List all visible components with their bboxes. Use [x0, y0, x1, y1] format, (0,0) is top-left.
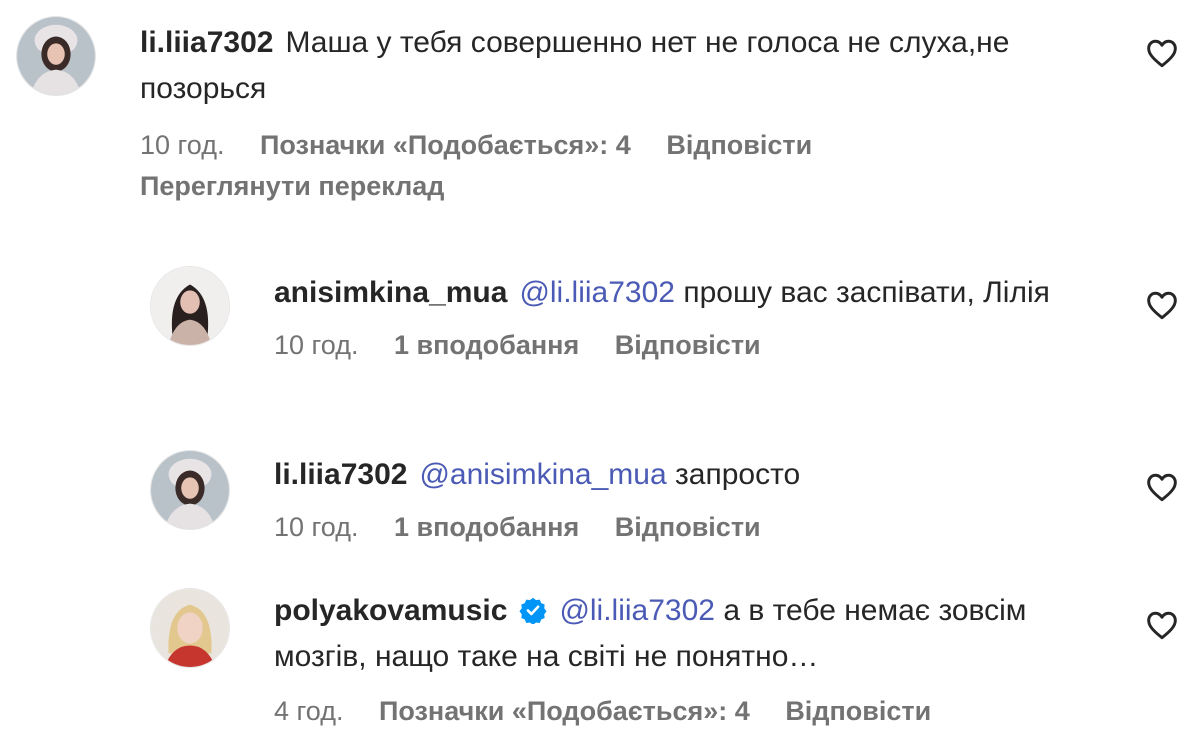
timestamp[interactable]: 10 год.	[140, 130, 224, 160]
avatar[interactable]	[16, 16, 96, 96]
reply-button[interactable]: Відповісти	[785, 696, 931, 726]
comment-meta: 10 год. 1 вподобання Відповісти	[274, 512, 1104, 543]
mention-link[interactable]: @anisimkina_mua	[419, 458, 666, 491]
comment-meta: 10 год. 1 вподобання Відповісти	[274, 330, 1104, 361]
username-link[interactable]: li.liia7302	[274, 458, 407, 491]
timestamp[interactable]: 10 год.	[274, 512, 358, 542]
avatar[interactable]	[150, 266, 230, 346]
reply-button[interactable]: Відповісти	[615, 330, 761, 360]
likes-count[interactable]: Позначки «Подобається»: 4	[379, 696, 750, 726]
comment-body: прошу вас заспівати, Лілія	[683, 276, 1050, 309]
username-link[interactable]: anisimkina_mua	[274, 276, 507, 309]
comment-meta: 10 год. Позначки «Подобається»: 4 Відпов…	[140, 130, 1100, 161]
likes-count[interactable]: 1 вподобання	[394, 512, 579, 542]
verified-badge-icon	[519, 592, 547, 625]
comment-body: запросто	[675, 458, 801, 491]
heart-outline-icon[interactable]	[1146, 38, 1178, 68]
timestamp[interactable]: 4 год.	[274, 696, 343, 726]
comment-text: polyakovamusic @li.liia7302 а в тебе нема…	[274, 588, 1104, 680]
reply-button[interactable]: Відповісти	[666, 130, 812, 160]
see-translation-button[interactable]: Переглянути переклад	[140, 171, 1100, 202]
username-link[interactable]: li.liia7302	[140, 26, 273, 59]
likes-count[interactable]: 1 вподобання	[394, 330, 579, 360]
timestamp[interactable]: 10 год.	[274, 330, 358, 360]
likes-count[interactable]: Позначки «Подобається»: 4	[260, 130, 631, 160]
mention-link[interactable]: @li.liia7302	[559, 594, 715, 627]
heart-outline-icon[interactable]	[1146, 472, 1178, 502]
heart-outline-icon[interactable]	[1146, 610, 1178, 640]
mention-link[interactable]: @li.liia7302	[519, 276, 675, 309]
avatar[interactable]	[150, 450, 230, 530]
username-link[interactable]: polyakovamusic	[274, 594, 507, 627]
reply-button[interactable]: Відповісти	[615, 512, 761, 542]
comment-text: li.liia7302 Маша у тебя совершенно нет не…	[140, 20, 1100, 112]
heart-outline-icon[interactable]	[1146, 290, 1178, 320]
comment-text: anisimkina_mua @li.liia7302 прошу вас зас…	[274, 270, 1104, 316]
comment-text: li.liia7302 @anisimkina_mua запросто	[274, 452, 1104, 498]
avatar[interactable]	[150, 588, 230, 668]
comment-meta: 4 год. Позначки «Подобається»: 4 Відпові…	[274, 696, 1104, 727]
